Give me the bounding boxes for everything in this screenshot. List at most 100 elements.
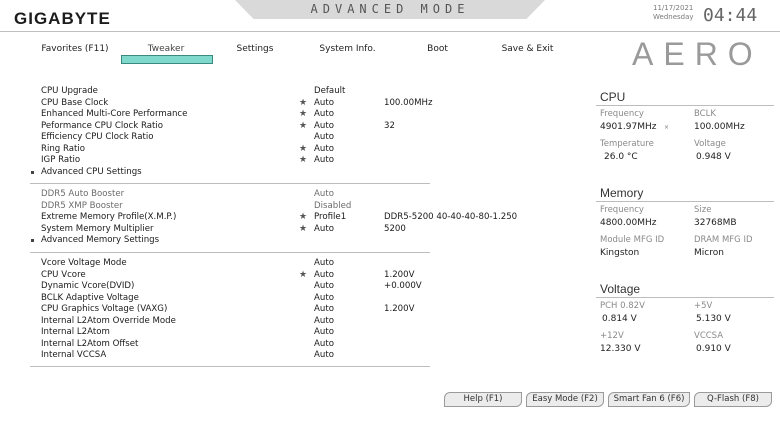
date-text: 11/17/2021	[653, 4, 694, 12]
star-icon[interactable]: ★	[299, 270, 307, 281]
setting-row[interactable]: IGP Ratio ★ Auto	[30, 155, 430, 166]
setting-row[interactable]: BCLK Adaptive Voltage Auto	[30, 293, 430, 304]
setting-value[interactable]: Auto	[314, 155, 334, 166]
setting-row[interactable]: CPU Base Clock ★ Auto 100.00MHz	[30, 98, 432, 109]
pch-label: PCH 0.82V	[600, 301, 645, 311]
setting-label: IGP Ratio	[41, 155, 81, 165]
setting-row[interactable]: Ring Ratio ★ Auto	[30, 144, 430, 155]
setting-value[interactable]: Auto	[314, 281, 334, 292]
mem-size-value: 32768MB	[694, 218, 737, 228]
cpu-temp-value: 26.0 °C	[604, 152, 638, 162]
easy-mode-button[interactable]: Easy Mode (F2)	[526, 392, 604, 407]
star-icon[interactable]: ★	[299, 212, 307, 223]
setting-row[interactable]: Efficiency CPU Clock Ratio Auto	[30, 132, 430, 143]
setting-current-value: +0.000V	[384, 281, 422, 291]
vccsa-value: 0.910 V	[696, 344, 731, 354]
setting-label: Peformance CPU Clock Ratio	[41, 120, 164, 131]
setting-row[interactable]: Internal L2Atom Offset Auto	[30, 339, 430, 350]
setting-row[interactable]: Extreme Memory Profile(X.M.P.) ★ Profile1 D…	[30, 212, 517, 223]
submenu-item[interactable]: Advanced Memory Settings	[30, 235, 430, 246]
weekday-text: Wednesday	[653, 13, 694, 21]
setting-value[interactable]: Auto	[314, 109, 334, 120]
clock: 04:44	[703, 5, 758, 26]
setting-row[interactable]: DDR5 Auto Booster Auto	[30, 189, 430, 200]
setting-label: System Memory Multiplier	[41, 223, 154, 234]
star-icon[interactable]: ★	[299, 144, 307, 155]
setting-row[interactable]: Enhanced Multi-Core Performance ★ Auto	[30, 109, 430, 120]
star-icon[interactable]: ★	[299, 155, 307, 166]
setting-row[interactable]: System Memory Multiplier ★ Auto 5200	[30, 224, 430, 235]
setting-value[interactable]: Auto	[314, 327, 334, 338]
star-icon[interactable]: ★	[299, 224, 307, 235]
multiply-icon: ×	[664, 124, 670, 131]
mem-dram-value: Micron	[694, 248, 724, 258]
setting-row[interactable]: CPU Graphics Voltage (VAXG) Auto 1.200V	[30, 304, 430, 315]
square-bullet-icon	[31, 239, 34, 242]
star-icon[interactable]: ★	[299, 98, 307, 109]
setting-label: Extreme Memory Profile(X.M.P.)	[41, 212, 177, 222]
setting-value[interactable]: Auto	[314, 316, 334, 327]
tab-settings[interactable]: Settings	[220, 44, 290, 58]
panel-divider	[596, 201, 774, 202]
mem-frequency-label: Frequency	[600, 205, 644, 215]
setting-value[interactable]: Auto	[314, 132, 334, 143]
setting-value[interactable]: Auto	[314, 270, 334, 281]
setting-value[interactable]: Profile1	[314, 212, 346, 223]
help-button[interactable]: Help (F1)	[444, 392, 522, 407]
setting-row[interactable]: CPU Vcore ★ Auto 1.200V	[30, 270, 430, 281]
setting-current-value: 1.200V	[384, 304, 415, 314]
setting-value[interactable]: Auto	[314, 189, 334, 200]
cpu-bclk-value: 100.00MHz	[694, 122, 745, 132]
setting-row[interactable]: Internal L2Atom Auto	[30, 327, 430, 338]
setting-value[interactable]: Auto	[314, 350, 334, 361]
submenu-item[interactable]: Advanced CPU Settings	[30, 167, 430, 178]
setting-value[interactable]: Auto	[314, 304, 334, 315]
setting-value[interactable]: Auto	[314, 339, 334, 350]
setting-label: DDR5 XMP Booster	[41, 200, 123, 211]
q-flash-button[interactable]: Q-Flash (F8)	[694, 392, 772, 407]
setting-value[interactable]: Disabled	[314, 201, 351, 212]
setting-value[interactable]: Auto	[314, 144, 334, 155]
setting-row[interactable]: DDR5 XMP Booster Disabled	[30, 201, 430, 212]
header-divider	[0, 31, 780, 32]
tab-save-exit[interactable]: Save & Exit	[490, 44, 565, 58]
tab-system-info[interactable]: System Info.	[310, 44, 385, 58]
setting-label: Advanced CPU Settings	[41, 166, 142, 177]
setting-label: CPU Graphics Voltage (VAXG)	[41, 304, 168, 314]
p5v-label: +5V	[694, 301, 713, 311]
setting-value[interactable]: Default	[314, 86, 345, 97]
panel-voltage-title: Voltage	[600, 282, 641, 296]
star-icon[interactable]: ★	[299, 121, 307, 132]
setting-value[interactable]: Auto	[314, 98, 334, 109]
panel-cpu-title: CPU	[600, 90, 626, 104]
setting-value[interactable]: Auto	[314, 224, 334, 235]
tab-favorites[interactable]: Favorites (F11)	[40, 44, 110, 58]
setting-row[interactable]: Vcore Voltage Mode Auto	[30, 258, 430, 269]
setting-label: BCLK Adaptive Voltage	[41, 292, 139, 303]
setting-current-value: 32	[384, 120, 395, 131]
setting-label: Vcore Voltage Mode	[41, 258, 127, 268]
mem-module-value: Kingston	[600, 248, 640, 258]
setting-label: Ring Ratio	[41, 143, 86, 154]
list-bottom-divider	[30, 366, 430, 367]
tab-tweaker[interactable]: Tweaker	[126, 44, 206, 58]
setting-row[interactable]: Internal VCCSA Auto	[30, 350, 430, 361]
setting-row[interactable]: Internal L2Atom Override Mode Auto	[30, 316, 430, 327]
mem-frequency-value: 4800.00MHz	[600, 218, 657, 228]
setting-value[interactable]: Auto	[314, 258, 334, 269]
vccsa-label: VCCSA	[694, 331, 724, 341]
setting-row[interactable]: Dynamic Vcore(DVID) Auto +0.000V	[30, 281, 430, 292]
setting-value[interactable]: Auto	[314, 121, 334, 132]
setting-row[interactable]: CPU Upgrade Default	[30, 86, 430, 97]
setting-value[interactable]: Auto	[314, 293, 334, 304]
aero-brand-logo: AERO	[632, 36, 763, 72]
tab-boot[interactable]: Boot	[410, 44, 465, 58]
cpu-voltage-label: Voltage	[694, 139, 726, 149]
setting-row[interactable]: Peformance CPU Clock Ratio ★ Auto 32	[30, 121, 430, 132]
star-icon[interactable]: ★	[299, 109, 307, 120]
panel-divider	[596, 105, 774, 106]
smart-fan-button[interactable]: Smart Fan 6 (F6)	[608, 392, 690, 407]
mem-module-label: Module MFG ID	[600, 235, 665, 245]
mem-dram-label: DRAM MFG ID	[694, 235, 753, 245]
setting-label: Internal VCCSA	[41, 350, 107, 360]
